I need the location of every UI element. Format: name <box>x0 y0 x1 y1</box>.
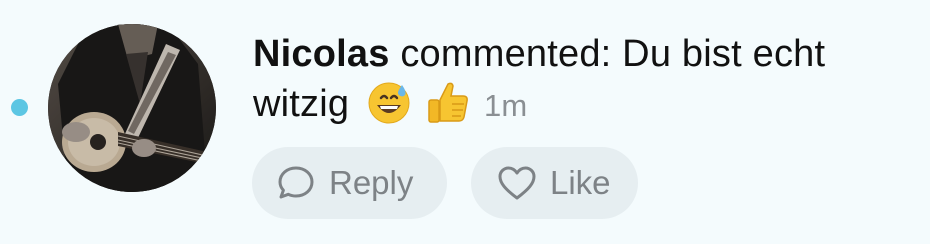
unread-indicator <box>11 99 28 116</box>
heart-icon <box>497 164 537 202</box>
grinning-face-with-sweat-icon <box>366 79 412 125</box>
notification-actions: Reply Like <box>252 147 638 219</box>
speech-bubble-icon <box>276 163 316 203</box>
actor-name[interactable]: Nicolas <box>253 33 390 75</box>
notification-text[interactable]: Nicolas commented: Du bist echt witzig 1… <box>253 29 913 131</box>
avatar[interactable] <box>48 24 216 192</box>
thumbs-up-icon <box>424 78 472 126</box>
reply-label: Reply <box>329 164 414 201</box>
timestamp: 1m <box>483 88 528 123</box>
like-button[interactable]: Like <box>471 147 638 219</box>
like-label: Like <box>550 164 611 201</box>
reply-button[interactable]: Reply <box>252 147 447 219</box>
